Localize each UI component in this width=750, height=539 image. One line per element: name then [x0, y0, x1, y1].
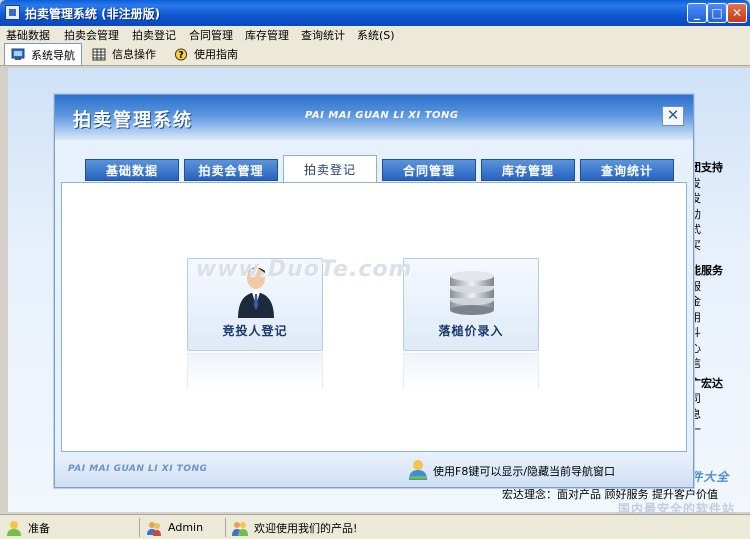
bg-line: 团支持 — [690, 161, 723, 174]
monitor-icon — [11, 48, 25, 60]
tab-auction-management[interactable]: 拍卖会管理 — [184, 159, 278, 181]
close-button[interactable]: ✕ — [727, 3, 747, 23]
tab-basic-data[interactable]: 基础数据 — [85, 159, 179, 181]
navigation-dialog: 拍卖管理系统 PAI MAI GUAN LI XI TONG ✕ 基础数据 拍卖… — [54, 94, 694, 488]
svg-text:?: ? — [178, 50, 183, 61]
toolbar: 系统导航 信息操作 ? 使用指南 — [0, 42, 750, 66]
user-guide-button[interactable]: ? 使用指南 — [168, 43, 244, 65]
menu-inventory-management[interactable]: 库存管理 — [245, 27, 289, 43]
bg-line: 广宏达 — [690, 376, 723, 390]
status-message: 欢迎使用我们的产品! — [228, 518, 748, 537]
hammer-price-entry-card[interactable]: 落槌价录入 — [403, 258, 539, 351]
bg-line: 能服务 — [690, 264, 723, 277]
tab-strip: 基础数据 拍卖会管理 拍卖登记 合同管理 库存管理 查询统计 — [55, 155, 693, 183]
bg-line: 心 — [690, 341, 701, 355]
bg-line: 发 — [690, 192, 701, 205]
info-operation-label: 信息操作 — [112, 48, 156, 61]
bg-line: 服 — [690, 279, 701, 293]
bg-line: 一 — [690, 423, 701, 436]
card-reflection — [187, 353, 323, 389]
hammer-price-entry-label: 落槌价录入 — [438, 324, 504, 338]
grid-icon — [92, 48, 106, 60]
minimize-button[interactable]: _ — [687, 3, 707, 23]
menu-bar: 基础数据 拍卖会管理 拍卖登记 合同管理 库存管理 查询统计 系统(S) — [0, 26, 750, 42]
menu-auction-registration[interactable]: 拍卖登记 — [132, 27, 176, 43]
app-icon — [5, 5, 20, 20]
status-user: Admin — [142, 518, 226, 537]
help-icon: ? — [174, 47, 188, 61]
menu-query-statistics[interactable]: 查询统计 — [301, 27, 345, 43]
user-status-icon — [7, 520, 21, 536]
group-icon — [232, 521, 248, 536]
status-message-text: 欢迎使用我们的产品! — [254, 521, 358, 535]
dialog-close-button[interactable]: ✕ — [662, 106, 684, 126]
menu-contract-management[interactable]: 合同管理 — [189, 27, 233, 43]
dialog-title: 拍卖管理系统 — [73, 110, 193, 131]
card-reflection — [403, 353, 539, 389]
bg-line: 买 — [690, 238, 701, 252]
tab-content-panel: 竞投人登记 落槌价录入 — [61, 182, 687, 452]
info-operation-button[interactable]: 信息操作 — [86, 43, 162, 65]
bg-line: 斗 — [690, 326, 701, 339]
tab-query-statistics[interactable]: 查询统计 — [580, 159, 674, 181]
status-ready-text: 准备 — [28, 521, 50, 535]
dialog-header: 拍卖管理系统 PAI MAI GUAN LI XI TONG ✕ — [55, 95, 693, 140]
dialog-footer: PAI MAI GUAN LI XI TONG 使用F8键可以显示/隐藏当前导航… — [55, 452, 693, 487]
status-ready: 准备 — [2, 518, 140, 537]
database-icon — [450, 271, 494, 315]
user-hint-icon — [409, 460, 427, 480]
menu-system[interactable]: 系统(S) — [357, 27, 395, 43]
bg-line: 用 — [690, 310, 701, 324]
footer-brand: PAI MAI GUAN LI XI TONG — [68, 464, 208, 474]
bg-line: 式 — [690, 223, 701, 236]
bg-line: 助 — [690, 207, 701, 221]
duote-watermark: www.DuoTe.com — [196, 257, 413, 282]
menu-auction-management[interactable]: 拍卖会管理 — [64, 27, 119, 43]
bg-line: 金 — [690, 295, 701, 308]
user-guide-label: 使用指南 — [194, 48, 238, 61]
window-title: 拍卖管理系统 (非注册版) — [25, 7, 161, 21]
title-bar: 拍卖管理系统 (非注册版) _ □ ✕ — [0, 0, 750, 26]
status-bar: 准备 Admin 欢迎使用我们的产品! — [0, 514, 750, 539]
tab-inventory-management[interactable]: 库存管理 — [481, 159, 575, 181]
maximize-button[interactable]: □ — [707, 3, 727, 23]
bidder-registration-label: 竞投人登记 — [222, 324, 288, 338]
bg-line: 司 — [690, 392, 701, 405]
tab-auction-registration[interactable]: 拍卖登记 — [283, 155, 377, 183]
system-navigation-button[interactable]: 系统导航 — [4, 43, 82, 65]
bg-line: 发 — [690, 176, 701, 190]
dialog-subtitle: PAI MAI GUAN LI XI TONG — [305, 110, 459, 121]
background-side-text: 团支持 发 发 助 式 买 能服务 服 金 用 斗 心 信 广宏达 司 息 一 — [690, 160, 750, 438]
system-navigation-label: 系统导航 — [31, 48, 75, 62]
tab-contract-management[interactable]: 合同管理 — [382, 159, 476, 181]
bg-line: 息 — [690, 407, 701, 421]
bg-line: 信 — [690, 357, 701, 370]
menu-basic-data[interactable]: 基础数据 — [6, 27, 50, 43]
users-icon — [147, 521, 161, 536]
footer-hint: 使用F8键可以显示/隐藏当前导航窗口 — [433, 465, 616, 478]
status-user-text: Admin — [168, 521, 204, 534]
